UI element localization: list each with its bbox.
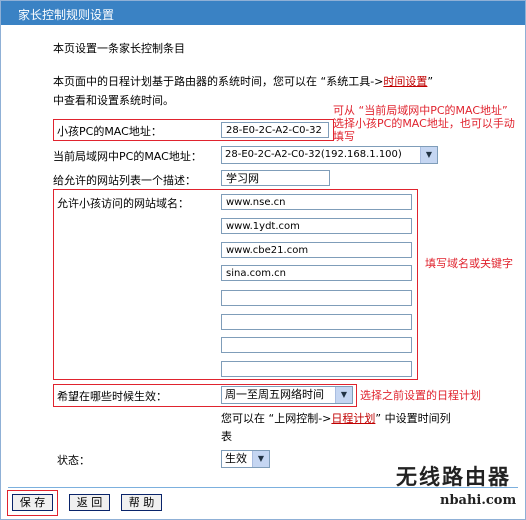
schedule-select[interactable]: 周一至周五网络时间 ▼ <box>221 386 353 404</box>
schedule-hint-suffix: ” 中设置时间列 <box>375 412 451 425</box>
mac-annotation-line2: 选择小孩PC的MAC地址，也可以手动 <box>333 117 515 130</box>
schedule-link[interactable]: 日程计划 <box>331 412 375 425</box>
window-title: 家长控制规则设置 <box>18 8 115 22</box>
domain-input-7[interactable] <box>221 337 412 353</box>
status-label: 状态： <box>57 454 90 467</box>
intro-text: 本页设置一条家长控制条目 <box>53 42 185 55</box>
time-settings-link[interactable]: 时间设置 <box>383 75 427 88</box>
child-mac-input[interactable]: 28-E0-2C-A2-C0-32 <box>221 122 329 138</box>
schedule-hint-line2: 表 <box>221 430 232 443</box>
description-line1: 本页面中的日程计划基于路由器的系统时间，您可以在 “系统工具->时间设置” <box>53 73 433 89</box>
domain-input-3[interactable]: www.cbe21.com <box>221 242 412 258</box>
domain-annotation: 填写域名或关键字 <box>425 257 513 270</box>
lan-mac-select[interactable]: 28-E0-2C-A2-C0-32(192.168.1.100) ▼ <box>221 146 438 164</box>
schedule-hint-line1: 您可以在 “上网控制->日程计划” 中设置时间列 <box>221 410 451 426</box>
chevron-down-icon[interactable]: ▼ <box>420 147 437 163</box>
domains-label: 允许小孩访问的网站域名： <box>57 197 189 210</box>
title-bar: 家长控制规则设置 <box>1 1 525 25</box>
domain-input-8[interactable] <box>221 361 412 377</box>
domain-input-1[interactable]: www.nse.cn <box>221 194 412 210</box>
status-selected: 生效 <box>225 452 247 465</box>
save-button[interactable]: 保 存 <box>12 494 53 511</box>
description-text: 本页面中的日程计划基于路由器的系统时间，您可以在 “系统工具-> <box>53 75 384 88</box>
watermark-url: nbahi.com <box>440 493 517 508</box>
lan-mac-label: 当前局域网中PC的MAC地址： <box>53 150 202 163</box>
mac-annotation: 可从 “当前局域网中PC的MAC地址” 选择小孩PC的MAC地址，也可以手动 填… <box>333 104 515 143</box>
status-select[interactable]: 生效 ▼ <box>221 450 270 468</box>
back-button[interactable]: 返 回 <box>69 494 110 511</box>
schedule-selected: 周一至周五网络时间 <box>225 388 324 401</box>
list-description-input[interactable]: 学习网 <box>221 170 330 186</box>
mac-annotation-line1: 可从 “当前局域网中PC的MAC地址” <box>333 104 508 117</box>
schedule-label: 希望在哪些时候生效： <box>57 390 167 403</box>
description-line2: 中查看和设置系统时间。 <box>53 94 174 107</box>
chevron-down-icon[interactable]: ▼ <box>335 387 352 403</box>
list-description-label: 给允许的网站列表一个描述： <box>53 174 196 187</box>
domain-input-4[interactable]: sina.com.cn <box>221 265 412 281</box>
chevron-down-icon[interactable]: ▼ <box>252 451 269 467</box>
divider <box>8 487 518 488</box>
schedule-hint-text: 您可以在 “上网控制-> <box>221 412 332 425</box>
help-button[interactable]: 帮 助 <box>121 494 162 511</box>
description-quote: ” <box>427 75 434 88</box>
child-mac-label: 小孩PC的MAC地址： <box>57 125 162 138</box>
lan-mac-selected: 28-E0-2C-A2-C0-32(192.168.1.100) <box>225 149 402 160</box>
domain-input-2[interactable]: www.1ydt.com <box>221 218 412 234</box>
domain-input-6[interactable] <box>221 314 412 330</box>
mac-annotation-line3: 填写 <box>333 130 355 143</box>
domain-input-5[interactable] <box>221 290 412 306</box>
schedule-annotation: 选择之前设置的日程计划 <box>360 389 481 402</box>
